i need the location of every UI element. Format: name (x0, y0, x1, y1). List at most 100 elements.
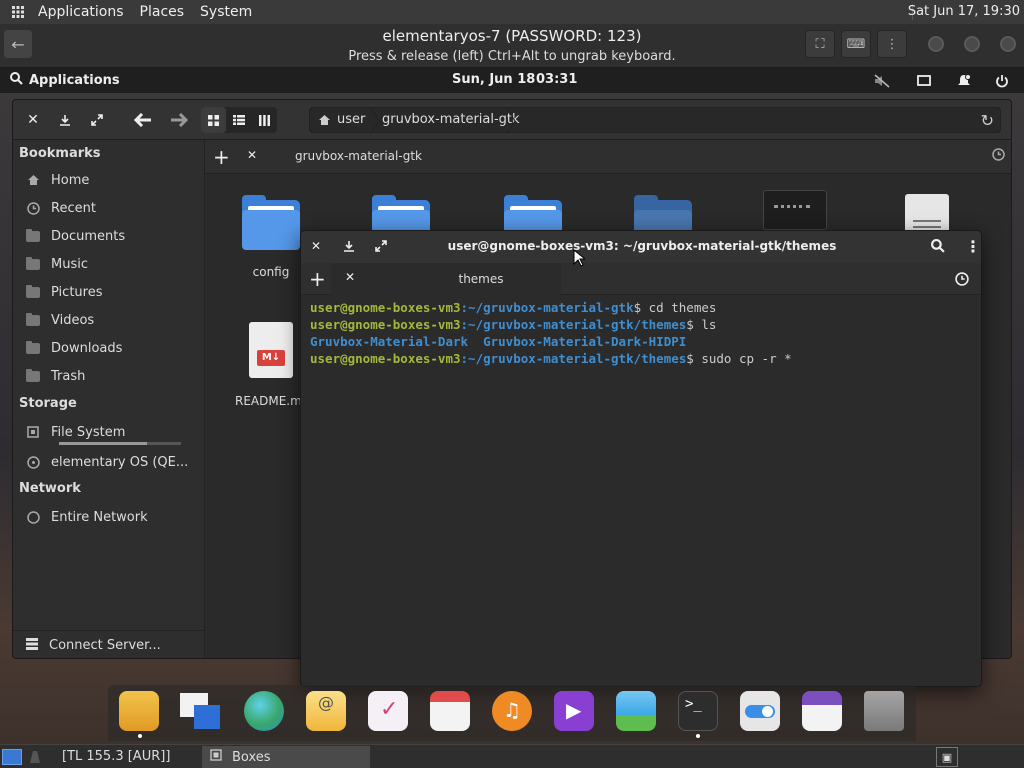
photos-icon[interactable] (616, 691, 656, 731)
files-toolbar: ✕ user gruvbox-material-gtk ↻ (13, 100, 1011, 140)
markdown-file-icon: M↓ (249, 322, 293, 378)
app-grid-icon[interactable] (6, 0, 30, 24)
storage-heading: Storage (19, 396, 77, 411)
mail-icon[interactable]: @ (306, 691, 346, 731)
calendar-icon[interactable] (430, 691, 470, 731)
sidebar-item-downloads[interactable]: Downloads (25, 336, 197, 360)
filesystem-usage-fill (59, 442, 147, 445)
sidebar-item-recent[interactable]: Recent (25, 196, 197, 220)
column-view-button[interactable] (252, 107, 277, 133)
tab-gruvbox-material-gtk[interactable]: gruvbox-material-gtk (295, 149, 422, 163)
new-tab-icon[interactable]: + (309, 267, 326, 291)
server-icon (25, 637, 39, 655)
refresh-icon[interactable]: ↻ (981, 111, 994, 130)
maximize-button[interactable] (964, 36, 980, 52)
web-browser-icon[interactable] (244, 691, 284, 731)
workspace-2[interactable] (26, 749, 46, 765)
connect-server-button[interactable]: Connect Server... (13, 630, 205, 658)
host-taskbar: [TL 155.3 [AUR]] Boxes ▣ (0, 744, 1024, 768)
menu-button[interactable]: ⋮ (877, 30, 907, 58)
show-desktop-icon[interactable]: ▣ (936, 747, 958, 767)
sidebar-item-trash[interactable]: Trash (25, 364, 197, 388)
list-view-button[interactable] (226, 107, 251, 133)
connect-server-label: Connect Server... (49, 638, 161, 653)
sidebar-item-entire-network[interactable]: Entire Network (25, 505, 197, 529)
kebab-menu-icon[interactable]: ⋮ (965, 237, 981, 256)
sidebar-item-file-system[interactable]: File System (25, 420, 197, 445)
download-icon[interactable] (55, 110, 75, 130)
sidebar-item-music[interactable]: Music (25, 252, 197, 276)
volume-muted-icon[interactable] (872, 71, 892, 91)
path-bar[interactable]: user gruvbox-material-gtk ↻ (309, 107, 1001, 134)
sidebar-item-label: Videos (51, 312, 95, 328)
command-text: $ cd themes (633, 300, 717, 315)
menu-places[interactable]: Places (132, 4, 193, 20)
minimize-button[interactable] (928, 36, 944, 52)
tab-history-icon[interactable] (992, 148, 1005, 165)
workspace-1[interactable] (2, 749, 22, 765)
fullscreen-icon: ⛶ (815, 36, 825, 52)
tasks-icon[interactable]: ✓ (368, 691, 408, 731)
folder-icon (25, 340, 41, 355)
sidebar-item-videos[interactable]: Videos (25, 308, 197, 332)
maximize-icon[interactable] (87, 110, 107, 130)
icon-view-button[interactable] (201, 107, 227, 133)
close-icon[interactable]: ✕ (23, 110, 43, 130)
sidebar-item-documents[interactable]: Documents (25, 224, 197, 248)
tab-history-icon[interactable] (955, 272, 969, 290)
music-icon[interactable]: ♫ (492, 691, 532, 731)
keyboard-button[interactable]: ⌨ (841, 30, 871, 58)
files-icon[interactable] (119, 691, 159, 731)
multitasking-icon[interactable] (180, 691, 220, 731)
guest-top-panel: Applications Sun, Jun 18 03:31 (0, 68, 1024, 93)
prompt-path: :~/gruvbox-material-gtk/themes (460, 351, 687, 366)
search-icon[interactable] (931, 239, 945, 257)
forward-arrow-icon[interactable] (169, 110, 189, 130)
appcenter-icon[interactable] (802, 691, 842, 731)
terminal-window: ✕ user@gnome-boxes-vm3: ~/gruvbox-materi… (300, 230, 982, 687)
taskbar-boxes[interactable]: Boxes (202, 746, 370, 768)
terminal-output[interactable]: user@gnome-boxes-vm3:~/gruvbox-material-… (310, 299, 792, 367)
breadcrumb-gruvbox[interactable]: gruvbox-material-gtk (382, 112, 520, 127)
settings-icon[interactable] (740, 691, 780, 731)
close-button[interactable] (1000, 36, 1016, 52)
videos-icon[interactable]: ▶ (554, 691, 594, 731)
terminal-icon[interactable]: >_ (678, 691, 718, 731)
guest-time[interactable]: 03:31 (536, 72, 577, 87)
tab-themes[interactable]: ✕ themes (331, 263, 561, 295)
sidebar-item-label: Pictures (51, 284, 103, 300)
menu-applications[interactable]: Applications (30, 4, 132, 20)
drive-icon (25, 425, 41, 439)
power-icon[interactable] (992, 71, 1012, 91)
running-indicator (696, 734, 700, 738)
sidebar-item-elementary-os[interactable]: elementary OS (QE... (25, 450, 197, 474)
taskbar-tl-label[interactable]: [TL 155.3 [AUR]] (62, 749, 170, 764)
sidebar-item-label: Recent (51, 200, 96, 216)
sidebar-item-pictures[interactable]: Pictures (25, 280, 197, 304)
menu-system[interactable]: System (192, 4, 260, 20)
prompt-path: :~/gruvbox-material-gtk/themes (460, 317, 687, 332)
new-tab-icon[interactable]: + (213, 145, 230, 169)
breadcrumb-user[interactable]: user (318, 112, 365, 127)
prompt-user: user@gnome-boxes-vm3 (310, 351, 461, 366)
network-icon (25, 510, 41, 524)
guest-applications-menu[interactable]: Applications (10, 72, 120, 89)
breadcrumb-separator (370, 108, 380, 134)
trash-icon[interactable] (864, 691, 904, 731)
folder-icon (25, 284, 41, 299)
files-sidebar: Bookmarks Home Recent Documents Music Pi… (13, 140, 205, 658)
close-tab-icon[interactable]: ✕ (247, 148, 257, 162)
sidebar-item-home[interactable]: Home (25, 168, 197, 192)
host-clock[interactable]: Sat Jun 17, 19:30 (908, 4, 1020, 19)
terminal-title: user@gnome-boxes-vm3: ~/gruvbox-material… (447, 239, 837, 253)
terminal-line: user@gnome-boxes-vm3:~/gruvbox-material-… (310, 299, 792, 316)
folder-icon (25, 228, 41, 243)
file-item-image[interactable] (745, 190, 845, 230)
sidebar-item-label: Entire Network (51, 509, 148, 525)
notifications-icon[interactable] (954, 71, 974, 91)
files-tab-bar: + ✕ gruvbox-material-gtk (205, 140, 1011, 174)
display-icon[interactable] (914, 71, 934, 91)
back-arrow-icon[interactable] (133, 110, 153, 130)
fullscreen-button[interactable]: ⛶ (805, 30, 835, 58)
guest-date[interactable]: Sun, Jun 18 (452, 72, 535, 87)
